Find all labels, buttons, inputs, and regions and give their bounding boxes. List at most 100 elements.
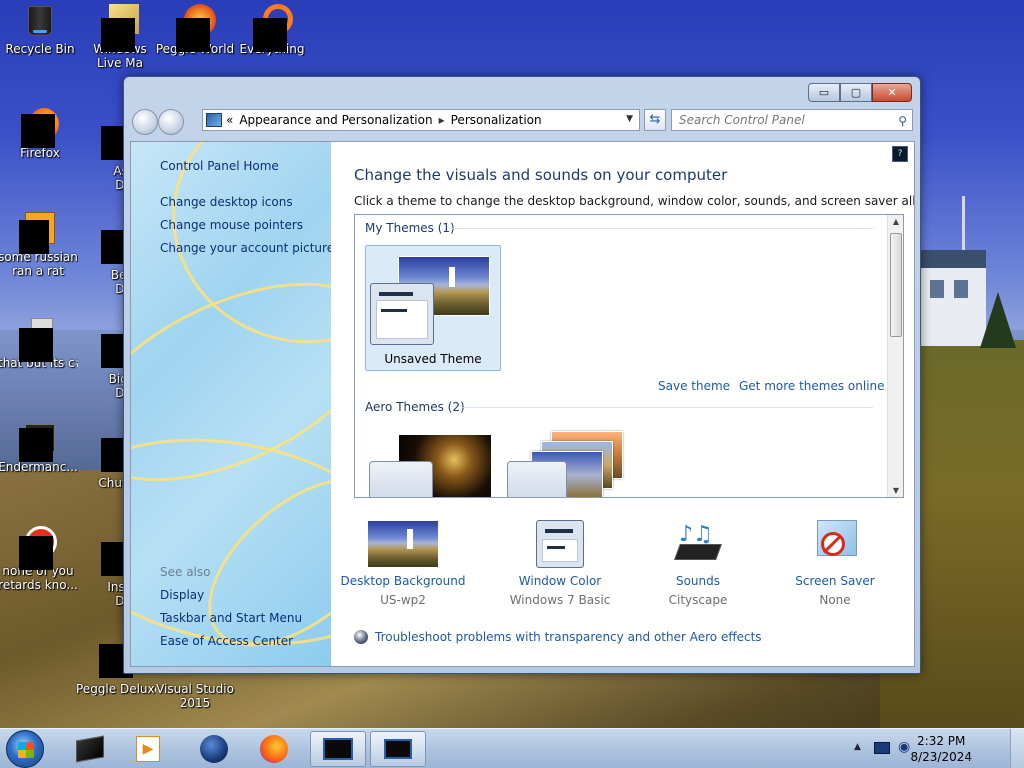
app-icon — [19, 422, 55, 462]
see-also-heading: See also — [160, 565, 211, 579]
group-divider — [463, 407, 873, 408]
change-mouse-pointers-link[interactable]: Change mouse pointers — [160, 218, 303, 232]
display-link[interactable]: Display — [160, 588, 204, 602]
aero-theme-tile-1[interactable] — [365, 431, 495, 497]
desktop-icon-that-but-its-csharp[interactable]: that but its c# — [0, 318, 78, 370]
chevron-down-icon[interactable]: ▼ — [626, 114, 633, 124]
sounds-value: Cityscape — [668, 593, 728, 607]
globe-icon — [200, 735, 228, 763]
breadcrumb-appearance[interactable]: Appearance and Personalization — [239, 113, 432, 127]
desktop-icon-endermanc[interactable]: Endermanc... — [0, 422, 78, 474]
screen-saver-value: None — [819, 593, 851, 607]
ease-of-access-link[interactable]: Ease of Access Center — [160, 634, 293, 648]
clock-time: 2:32 PM — [917, 734, 966, 748]
desktop-icon-everything[interactable]: Everything — [232, 4, 312, 56]
firefox-icon — [260, 735, 288, 763]
scroll-up-icon[interactable]: ▲ — [888, 217, 903, 226]
network-icon[interactable] — [874, 742, 890, 754]
firefox-icon — [21, 108, 59, 148]
desktop-icon-recycle-bin[interactable]: Recycle Bin — [0, 4, 80, 56]
back-button[interactable] — [132, 109, 158, 135]
change-account-picture-link[interactable]: Change your account picture — [160, 241, 331, 255]
screen-saver-setting[interactable]: Screen Saver None — [760, 520, 910, 607]
page-subtitle: Click a theme to change the desktop back… — [354, 194, 915, 208]
navigation-bar: « Appearance and Personalization ▸ Perso… — [132, 107, 913, 135]
screen-saver-icon — [811, 520, 859, 568]
clock[interactable]: 2:32 PM 8/23/2024 — [910, 733, 972, 765]
taskbar-control-panel-window[interactable] — [310, 731, 366, 767]
control-panel-home-link[interactable]: Control Panel Home — [160, 159, 279, 173]
show-hidden-icons-icon[interactable]: ▲ — [854, 742, 861, 752]
get-more-themes-link[interactable]: Get more themes online — [739, 379, 885, 393]
peggle-world-icon — [176, 4, 216, 52]
refresh-button[interactable]: ⇆ — [644, 109, 666, 131]
app-icon — [19, 526, 57, 570]
address-bar[interactable]: « Appearance and Personalization ▸ Perso… — [202, 109, 640, 131]
task-pane: Control Panel Home Change desktop icons … — [131, 142, 331, 666]
breadcrumb-overflow[interactable]: « — [226, 113, 233, 127]
window-color-label[interactable]: Window Color — [485, 574, 635, 588]
forward-button[interactable] — [158, 109, 184, 135]
breadcrumb-separator[interactable]: ▸ — [439, 113, 445, 127]
desktop-icon-windows-live[interactable]: Windows Live Ma — [80, 4, 160, 70]
start-button[interactable] — [6, 730, 44, 768]
desktop-icon-some-russian[interactable]: some russian ran a rat — [0, 212, 78, 278]
aero-theme-tile-2[interactable] — [505, 431, 635, 497]
search-icon[interactable]: ⚲ — [898, 111, 907, 131]
theme-window-thumbnail — [507, 461, 567, 497]
sounds-label[interactable]: Sounds — [623, 574, 773, 588]
desktop-background-setting[interactable]: Desktop Background US-wp2 — [328, 520, 478, 607]
unsaved-theme-label: Unsaved Theme — [384, 352, 482, 366]
control-panel-icon — [206, 113, 222, 127]
save-theme-link[interactable]: Save theme — [658, 379, 730, 393]
file-icon — [19, 212, 55, 254]
window-color-icon — [536, 520, 584, 568]
page-title: Change the visuals and sounds on your co… — [354, 166, 728, 184]
theme-list: My Themes (1) Unsaved Theme Save theme G… — [354, 214, 904, 498]
wallpaper-tree — [980, 292, 1016, 348]
windows-live-icon — [101, 4, 139, 52]
scroll-down-icon[interactable]: ▼ — [888, 486, 903, 495]
help-icon[interactable]: ? — [892, 146, 908, 162]
troubleshoot-link[interactable]: Troubleshoot problems with transparency … — [354, 630, 762, 644]
taskbar-display-window[interactable] — [370, 731, 426, 767]
close-icon: ✕ — [887, 86, 897, 99]
breadcrumb-personalization[interactable]: Personalization — [451, 113, 542, 127]
theme-list-scrollbar[interactable]: ▲ ▼ — [887, 215, 903, 497]
taskbar-media-player[interactable]: ▶ — [120, 731, 176, 767]
unsaved-theme-tile[interactable]: Unsaved Theme — [365, 245, 501, 371]
media-player-icon: ▶ — [136, 736, 160, 762]
volume-icon[interactable]: ◉ — [898, 739, 910, 755]
sounds-icon: ♪♫ — [673, 520, 723, 568]
close-button[interactable]: ✕ — [872, 83, 912, 102]
change-desktop-icons-link[interactable]: Change desktop icons — [160, 195, 293, 209]
minimize-button[interactable]: ▭ — [808, 83, 840, 102]
window-color-setting[interactable]: Window Color Windows 7 Basic — [485, 520, 635, 607]
wallpaper-house — [920, 250, 986, 346]
desktop-background-icon — [367, 520, 439, 568]
windows-logo-icon — [18, 742, 34, 758]
desktop-icon-none-of-you[interactable]: none of you retards kno... — [0, 526, 78, 592]
maximize-icon: ▢ — [850, 86, 862, 99]
taskbar-firefox[interactable] — [246, 731, 302, 767]
control-panel-window-icon — [323, 738, 353, 760]
taskbar-start-menu-link[interactable]: Taskbar and Start Menu — [160, 611, 302, 625]
desktop-background-label[interactable]: Desktop Background — [328, 574, 478, 588]
sounds-setting[interactable]: ♪♫ Sounds Cityscape — [623, 520, 773, 607]
desktop-icon-firefox[interactable]: Firefox — [0, 108, 80, 160]
search-input[interactable]: Search Control Panel ⚲ — [671, 109, 913, 131]
show-desktop-button[interactable] — [1010, 729, 1024, 768]
screen-saver-label[interactable]: Screen Saver — [760, 574, 910, 588]
everything-icon — [253, 4, 293, 52]
taskbar-explorer[interactable] — [62, 731, 118, 767]
search-placeholder: Search Control Panel — [679, 113, 805, 127]
display-window-icon — [384, 739, 412, 759]
maximize-button[interactable]: ▢ — [840, 83, 872, 102]
troubleshoot-icon — [354, 630, 368, 644]
group-divider — [449, 228, 873, 229]
desktop-icon-peggle-world[interactable]: Peggle World — [155, 4, 235, 56]
troubleshoot-label[interactable]: Troubleshoot problems with transparency … — [375, 630, 762, 644]
taskbar-globe[interactable] — [186, 731, 242, 767]
scrollbar-thumb[interactable] — [890, 233, 902, 337]
main-pane: ? Change the visuals and sounds on your … — [328, 142, 915, 666]
